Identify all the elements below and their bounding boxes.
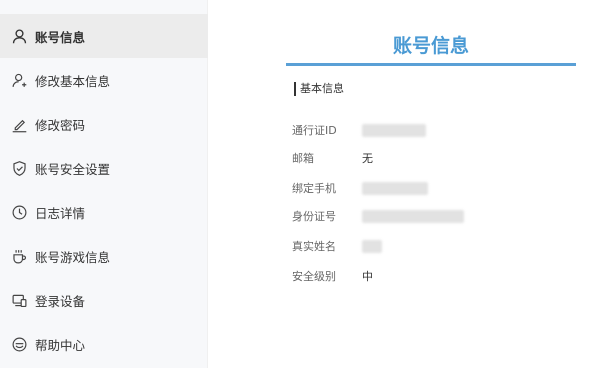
sidebar-item-log-details[interactable]: 日志详情 <box>0 190 208 234</box>
field-label: 安全级别 <box>292 270 336 283</box>
cup-icon <box>10 247 28 265</box>
sidebar-item-label: 登录设备 <box>35 293 86 309</box>
help-icon <box>10 335 28 353</box>
field-label: 真实姓名 <box>292 240 336 253</box>
redacted-value <box>362 181 428 195</box>
field-label: 身份证号 <box>292 210 336 223</box>
sidebar-item-game-info[interactable]: 账号游戏信息 <box>0 234 208 278</box>
sidebar-item-edit-basic-info[interactable]: 修改基本信息 <box>0 58 208 102</box>
field-row-id-number: 身份证号 <box>292 207 464 225</box>
field-label: 通行证ID <box>292 124 337 137</box>
sidebar-item-change-password[interactable]: 修改密码 <box>0 102 208 146</box>
page-title: 账号信息 <box>286 30 576 66</box>
redacted-value <box>362 123 426 137</box>
redacted-value <box>362 209 464 223</box>
redacted-value <box>362 239 382 253</box>
field-label: 绑定手机 <box>292 182 336 195</box>
field-value: 无 <box>362 152 373 165</box>
clock-icon <box>10 203 28 221</box>
section-title: 基本信息 <box>294 82 344 96</box>
field-label: 邮箱 <box>292 152 314 165</box>
sidebar-item-help-center[interactable]: 帮助中心 <box>0 322 208 366</box>
user-icon <box>10 27 28 45</box>
sidebar-item-label: 账号安全设置 <box>35 161 111 177</box>
sidebar-item-label: 帮助中心 <box>35 337 86 353</box>
main-content: 账号信息 基本信息 通行证ID 邮箱 无 绑定手机 身份证号 真实姓名 安全级别… <box>208 0 592 368</box>
field-row-real-name: 真实姓名 <box>292 237 382 255</box>
pen-icon <box>10 115 28 133</box>
sidebar-item-account-info[interactable]: 账号信息 <box>0 14 208 58</box>
sidebar-item-label: 日志详情 <box>35 205 86 221</box>
sidebar-item-label: 账号游戏信息 <box>35 249 111 265</box>
field-row-bound-phone: 绑定手机 <box>292 179 428 197</box>
field-row-email: 邮箱 无 <box>292 149 373 167</box>
user-add-icon <box>10 71 28 89</box>
devices-icon <box>10 291 28 309</box>
sidebar: 账号信息 修改基本信息 修改密码 账号安全设置 日志详情 账号游戏信息 登录设备… <box>0 0 208 368</box>
sidebar-item-label: 修改基本信息 <box>35 73 111 89</box>
sidebar-item-label: 账号信息 <box>35 29 86 45</box>
field-value: 中 <box>362 270 373 283</box>
shield-icon <box>10 159 28 177</box>
field-row-security-level: 安全级别 中 <box>292 267 373 285</box>
sidebar-item-label: 修改密码 <box>35 117 86 133</box>
sidebar-item-login-devices[interactable]: 登录设备 <box>0 278 208 322</box>
field-row-passport-id: 通行证ID <box>292 121 426 139</box>
sidebar-item-security-settings[interactable]: 账号安全设置 <box>0 146 208 190</box>
